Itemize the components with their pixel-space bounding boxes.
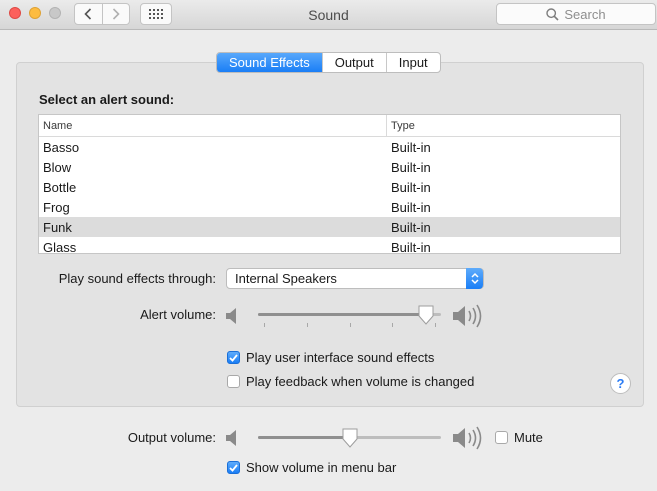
tab-sound-effects[interactable]: Sound Effects	[217, 53, 322, 72]
title-bar: Sound Search	[0, 0, 657, 30]
row-name: Funk	[43, 219, 72, 235]
row-name: Bottle	[43, 179, 77, 195]
column-header-type[interactable]: Type	[387, 115, 415, 136]
speaker-high-icon	[453, 426, 482, 450]
speaker-high-icon	[453, 304, 482, 328]
row-type: Built-in	[391, 239, 431, 254]
slider-tick	[307, 323, 308, 327]
alert-sound-heading: Select an alert sound:	[39, 92, 175, 107]
speaker-low-icon	[226, 430, 236, 446]
help-button[interactable]: ?	[610, 373, 631, 394]
column-header-name[interactable]: Name	[39, 115, 387, 136]
slider-tick	[350, 323, 351, 327]
table-row[interactable]: Glass Built-in	[39, 237, 620, 254]
alert-volume-fill	[258, 313, 426, 316]
slider-tick	[435, 323, 436, 327]
alert-volume-ticks	[258, 323, 441, 329]
ui-sounds-option[interactable]: Play user interface sound effects	[227, 350, 434, 365]
menubar-label: Show volume in menu bar	[246, 460, 397, 475]
tab-output[interactable]: Output	[321, 53, 386, 72]
tab-input[interactable]: Input	[385, 53, 440, 72]
row-type: Built-in	[391, 199, 431, 215]
checkmark-icon	[229, 353, 238, 362]
menubar-checkbox[interactable]	[227, 461, 240, 474]
row-type: Built-in	[391, 139, 431, 155]
table-row[interactable]: Blow Built-in	[39, 157, 620, 177]
menubar-option[interactable]: Show volume in menu bar	[227, 460, 396, 475]
row-name: Blow	[43, 159, 72, 175]
alert-sound-table: Name Type Basso Built-in Blow Built-in B…	[38, 114, 621, 254]
checkmark-icon	[229, 463, 238, 472]
row-type: Built-in	[391, 159, 431, 175]
output-volume-thumb[interactable]	[341, 428, 359, 448]
alert-volume-thumb[interactable]	[417, 305, 435, 325]
table-row[interactable]: Bottle Built-in	[39, 177, 620, 197]
slider-tick	[264, 323, 265, 327]
select-arrows-icon	[466, 268, 483, 289]
table-row[interactable]: Basso Built-in	[39, 137, 620, 157]
search-placeholder: Search	[564, 6, 606, 22]
play-through-label: Play sound effects through:	[58, 271, 216, 286]
tab-bar: Sound Effects Output Input	[216, 52, 441, 73]
output-volume-slider[interactable]	[258, 428, 441, 448]
mute-checkbox[interactable]	[495, 431, 508, 444]
table-row-selected[interactable]: Funk Built-in	[39, 217, 620, 237]
alert-volume-slider[interactable]	[258, 305, 441, 327]
row-type: Built-in	[391, 219, 431, 235]
row-type: Built-in	[391, 179, 431, 195]
ui-sounds-checkbox[interactable]	[227, 351, 240, 364]
play-through-select[interactable]: Internal Speakers	[226, 268, 484, 289]
ui-sounds-label: Play user interface sound effects	[246, 350, 435, 365]
row-name: Glass	[43, 239, 77, 254]
feedback-label: Play feedback when volume is changed	[246, 374, 475, 389]
table-row[interactable]: Frog Built-in	[39, 197, 620, 217]
feedback-option[interactable]: Play feedback when volume is changed	[227, 374, 474, 389]
table-header: Name Type	[39, 115, 620, 137]
feedback-checkbox[interactable]	[227, 375, 240, 388]
mute-option[interactable]: Mute	[495, 430, 543, 445]
play-through-value: Internal Speakers	[235, 271, 337, 286]
mute-label: Mute	[514, 430, 543, 445]
alert-volume-label: Alert volume:	[140, 307, 216, 322]
row-name: Frog	[43, 199, 70, 215]
search-icon	[546, 7, 559, 21]
output-volume-fill	[258, 436, 350, 439]
output-volume-label: Output volume:	[127, 430, 216, 445]
speaker-low-icon	[226, 308, 236, 324]
slider-tick	[392, 323, 393, 327]
search-field[interactable]: Search	[496, 3, 656, 25]
row-name: Basso	[43, 139, 80, 155]
